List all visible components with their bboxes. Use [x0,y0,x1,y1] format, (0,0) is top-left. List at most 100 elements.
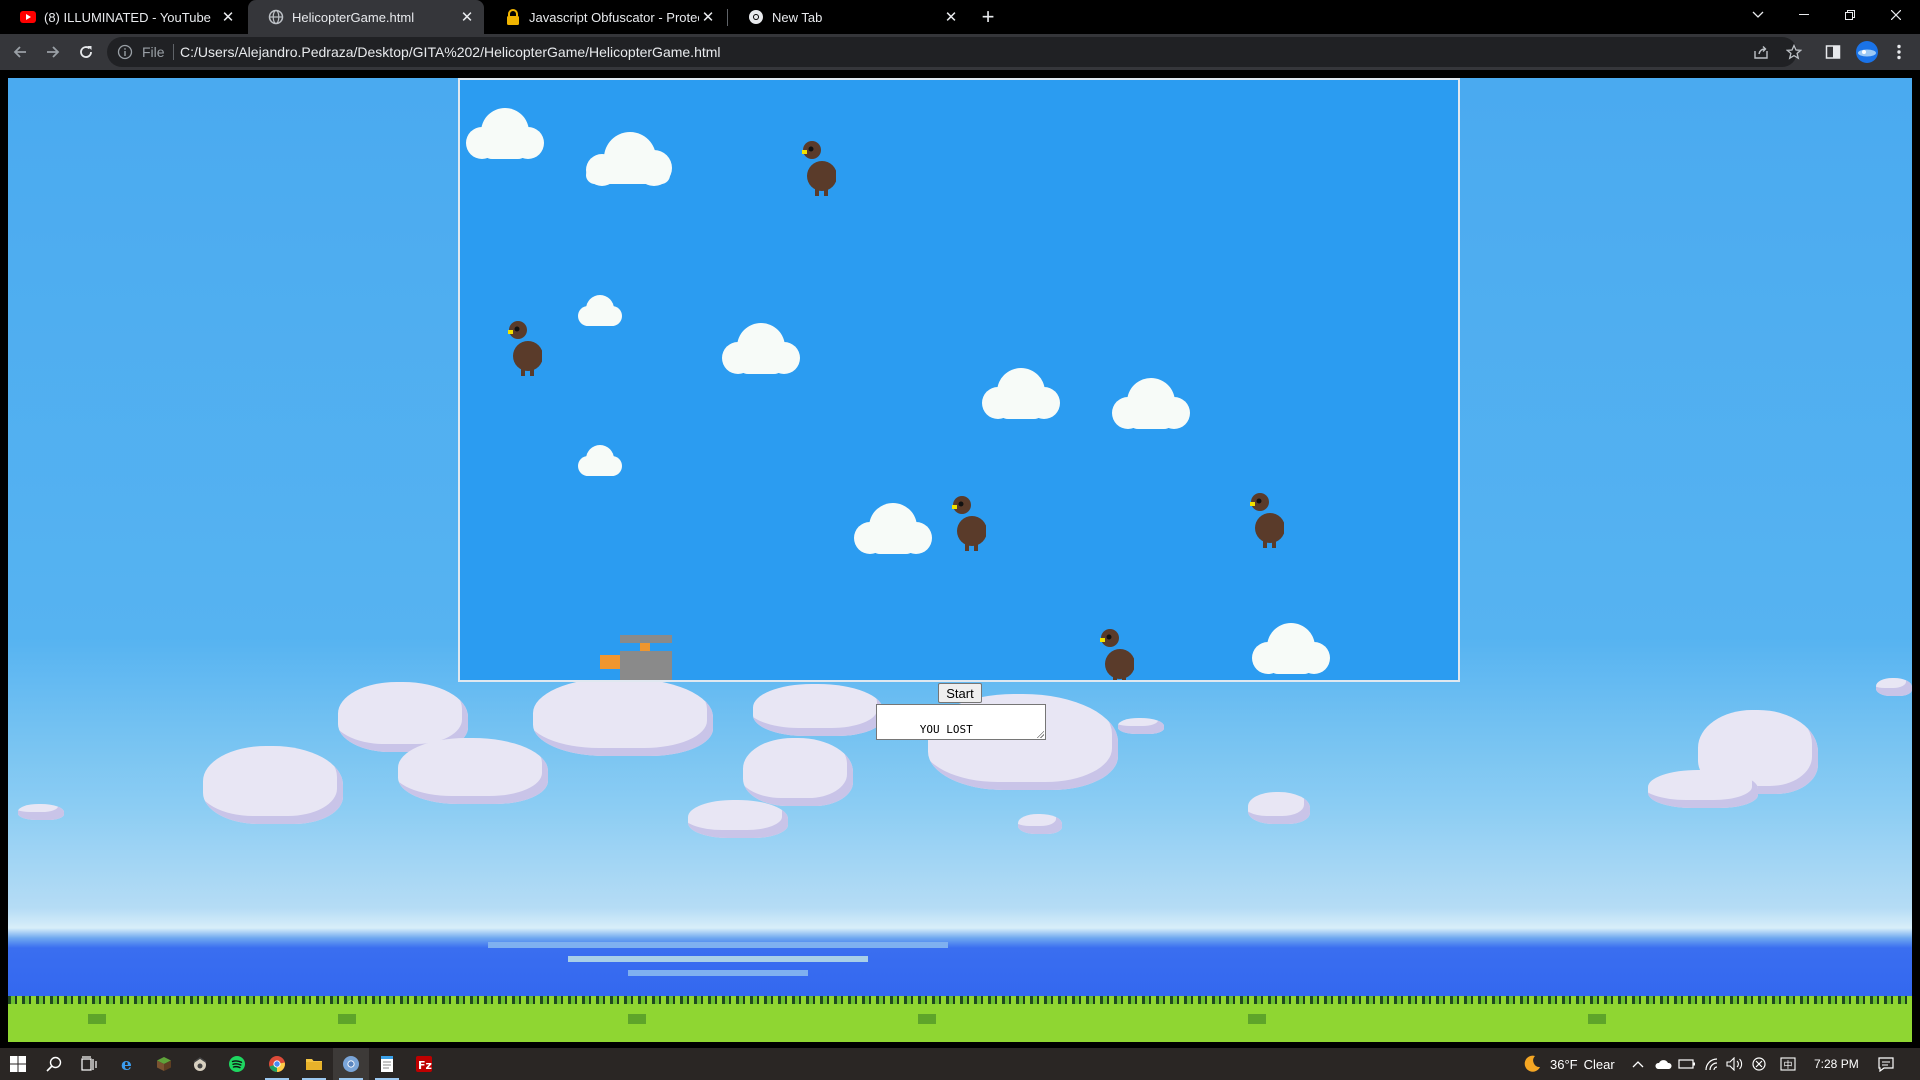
tab-title: Javascript Obfuscator - Protects [529,9,699,25]
minimize-icon[interactable] [1781,0,1827,30]
background-cloud [688,800,788,838]
share-icon[interactable] [1752,43,1770,61]
cloud-sprite [982,368,1060,419]
weather-widget[interactable]: 36°F Clear [1522,1048,1615,1080]
start-button[interactable]: Start [938,683,982,703]
volume-icon[interactable] [1726,1048,1744,1080]
cloud-sprite [1112,378,1190,429]
bird-enemy [508,321,542,376]
omnibox-divider [173,44,174,60]
cloud-sprite [586,132,672,186]
chrome-icon [748,9,764,25]
address-bar[interactable]: File C:/Users/Alejandro.Pedraza/Desktop/… [107,37,1797,67]
minecraft-icon[interactable] [146,1048,182,1080]
close-tab-icon[interactable]: ✕ [458,8,476,26]
background-cloud [1876,678,1912,696]
grass-tuft [1588,1014,1606,1024]
background-cloud [1648,770,1758,808]
taskbar-clock[interactable]: 7:28 PM [1814,1048,1859,1080]
app-icon[interactable] [182,1048,218,1080]
spotify-icon[interactable] [219,1048,255,1080]
tab-title: HelicopterGame.html [292,9,415,25]
score-textarea[interactable]: YOU LOST Your final score: 3000 [876,704,1046,740]
menu-kebab-icon[interactable] [1890,43,1908,61]
close-tab-icon[interactable]: ✕ [699,8,717,26]
filezilla-icon[interactable]: Fz [406,1048,442,1080]
chrome-taskbar-icon[interactable] [259,1048,295,1080]
back-arrow-icon[interactable] [8,40,32,64]
cloud-sprite [466,108,544,159]
tab-obfuscator[interactable]: Javascript Obfuscator - Protects ✕ [485,0,725,34]
background-cloud [1248,792,1310,824]
chrome-active-window-icon[interactable] [333,1048,369,1080]
action-center-icon[interactable] [1878,1048,1894,1080]
file-explorer-icon[interactable] [296,1048,332,1080]
tab-helicopter-game[interactable]: HelicopterGame.html ✕ [248,0,484,34]
background-cloud [1118,718,1164,734]
tab-title: New Tab [772,9,823,25]
restore-icon[interactable] [1827,0,1873,30]
cloud-sprite [1252,623,1330,674]
bird-enemy [952,496,986,551]
keyboard-layout-icon[interactable]: 中 [1780,1048,1796,1080]
background-cloud [203,746,343,824]
svg-text:e: e [121,1055,132,1073]
background-cloud [1018,814,1062,834]
game-over-text: YOU LOST Your final score: 3000 [880,723,1026,739]
internet-explorer-icon[interactable]: e [110,1048,146,1080]
bird-enemy [1100,629,1134,680]
profile-avatar[interactable] [1856,41,1878,63]
page-background: Start YOU LOST Your final score: 3000 [8,78,1912,1042]
side-panel-icon[interactable] [1824,43,1842,61]
close-tab-icon[interactable]: ✕ [219,8,237,26]
grass-tuft [918,1014,936,1024]
cloud-sprite [578,295,622,326]
reload-icon[interactable] [74,40,98,64]
tab-new-tab[interactable]: New Tab ✕ [728,0,968,34]
resize-grip-icon[interactable] [1036,730,1044,738]
moon-icon [1524,1055,1540,1072]
wifi-icon[interactable] [1704,1048,1720,1080]
game-canvas[interactable] [458,78,1460,682]
task-view-icon[interactable] [72,1048,108,1080]
info-icon[interactable] [117,44,133,60]
url-text[interactable]: C:/Users/Alejandro.Pedraza/Desktop/GITA%… [180,44,721,60]
weather-temperature: 36°F [1550,1056,1578,1072]
lock-icon [505,9,521,25]
bookmark-star-icon[interactable] [1785,43,1803,61]
notepad-icon[interactable] [369,1048,405,1080]
browser-toolbar: File C:/Users/Alejandro.Pedraza/Desktop/… [0,34,1920,70]
tab-strip: (8) ILLUMINATED - YouTube ✕ HelicopterGa… [0,0,1920,34]
show-hidden-icons[interactable] [1632,1048,1644,1080]
grass-tuft [88,1014,106,1024]
search-icon[interactable] [36,1048,72,1080]
close-tab-icon[interactable]: ✕ [942,8,960,26]
grass-tuft [338,1014,356,1024]
onedrive-cloud-icon[interactable] [1654,1048,1672,1080]
background-cloud [18,804,64,820]
lake-reflection [568,956,868,962]
tab-search-icon[interactable] [1735,0,1781,30]
background-cloud [398,738,548,804]
notification-blocked-icon[interactable] [1752,1048,1766,1080]
cloud-sprite [854,503,932,554]
svg-text:中: 中 [1784,1059,1793,1071]
grass-tuft [628,1014,646,1024]
youtube-icon [20,9,36,25]
weather-condition: Clear [1583,1056,1615,1072]
background-cloud [753,684,883,736]
grass-ground [8,1004,1912,1042]
windows-start-icon[interactable] [0,1048,36,1080]
battery-icon[interactable] [1678,1048,1696,1080]
background-cloud [533,678,713,756]
tab-youtube[interactable]: (8) ILLUMINATED - YouTube ✕ [0,0,245,34]
cloud-sprite [578,445,622,476]
bird-enemy [802,141,836,196]
grass-tuft [1248,1014,1266,1024]
new-tab-button[interactable]: + [975,4,1001,30]
helicopter-player [600,635,672,680]
tab-title: (8) ILLUMINATED - YouTube [44,9,211,25]
forward-arrow-icon[interactable] [41,40,65,64]
close-window-icon[interactable] [1873,0,1919,30]
svg-text:Fz: Fz [418,1059,432,1072]
